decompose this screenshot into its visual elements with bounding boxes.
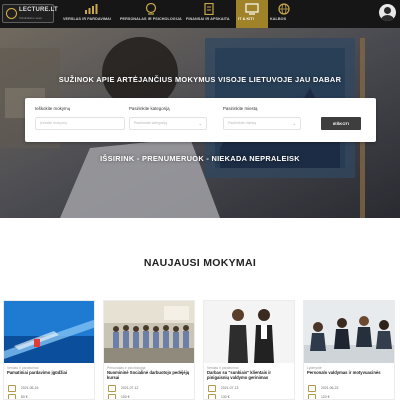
course-image	[204, 301, 294, 363]
course-date: 2021-07-12	[121, 386, 139, 390]
nav-label: KALBOS	[270, 17, 287, 21]
nav-item-verslas[interactable]: VERSLAS IR PARDAVIMAI	[60, 0, 122, 28]
course-date: 2021-06-23	[321, 386, 339, 390]
document-icon	[204, 3, 214, 15]
calendar-icon	[308, 385, 316, 392]
hero-tagline: IŠSIRINK - PRENUMERUOK - NIEKADA NEPRALE…	[100, 154, 300, 163]
keyword-placeholder: Įveskite mokymų	[40, 121, 67, 125]
course-price: 130 €	[221, 395, 230, 399]
nav-item-kalbos[interactable]: KALBOS	[268, 0, 300, 28]
price-tag-icon	[8, 394, 16, 399]
nav-label: PERSONALAS IR PSICHOLOGIJA	[120, 17, 182, 21]
course-price: 120 €	[321, 395, 330, 399]
globe-icon	[278, 3, 290, 15]
chevron-down-icon: ⌄	[292, 121, 296, 126]
price-tag-icon	[108, 394, 116, 399]
calendar-icon	[108, 385, 116, 392]
nav-label: FINANSAI IR APSKAITA	[186, 17, 230, 21]
course-image	[104, 301, 194, 363]
section-title: NAUJAUSI MOKYMAI	[143, 257, 257, 269]
logo-mark-icon	[6, 8, 17, 19]
monitor-icon	[245, 3, 259, 15]
course-card[interactable]: Lyderystė Personalo valdymas ir motyvuac…	[303, 300, 395, 400]
price-tag-icon	[308, 394, 316, 399]
course-date: 2021-06-16	[21, 386, 39, 390]
head-icon	[145, 3, 157, 15]
course-image	[4, 301, 94, 363]
nav-item-it[interactable]: IT & KITI	[236, 0, 268, 28]
nav-item-personalas[interactable]: PERSONALAS IR PSICHOLOGIJA	[120, 0, 182, 28]
category-select[interactable]: Pasirinkite kategoriją ⌄	[129, 117, 207, 130]
keyword-input[interactable]: Įveskite mokymų	[35, 117, 125, 130]
course-title: Nuomininė Socialinė darbuotojo pedėjėjų …	[107, 370, 190, 380]
city-placeholder: Pasirinkite miestą	[228, 121, 257, 125]
course-date: 2021-07-13	[221, 386, 239, 390]
course-price: 150 €	[121, 395, 130, 399]
course-card[interactable]: Verslas ir pardavimai Pamatiniai pardavi…	[3, 300, 95, 400]
keyword-label: Ieškokite mokymų	[35, 106, 71, 111]
search-form: Ieškokite mokymų Įveskite mokymų Pasirin…	[25, 98, 376, 142]
chevron-down-icon: ⌄	[198, 121, 202, 126]
course-title: Personalo valdymas ir motyvuacinės	[307, 370, 381, 375]
logo[interactable]: LECTURE.LT Tobulinkime save	[2, 4, 58, 23]
category-placeholder: Pasirinkite kategoriją	[134, 121, 168, 125]
course-card[interactable]: Personalas ir psichologija Nuomininė Soc…	[103, 300, 195, 400]
nav-label: IT & KITI	[238, 17, 254, 21]
category-label: Pasirinkite kategoriją	[129, 106, 170, 111]
course-price: 80 €	[21, 395, 28, 399]
hero-banner: SUŽINOK APIE ARTĖJANČIUS MOKYMUS VISOJE …	[0, 28, 400, 218]
top-navigation-bar: LECTURE.LT Tobulinkime save VERSLAS IR P…	[0, 0, 400, 28]
price-tag-icon	[208, 394, 216, 399]
user-avatar-icon[interactable]	[379, 4, 396, 21]
calendar-icon	[8, 385, 16, 392]
calendar-icon	[208, 385, 216, 392]
nav-item-finansai[interactable]: FINANSAI IR APSKAITA	[182, 0, 236, 28]
course-image	[304, 301, 394, 363]
course-title: Pamatiniai pardavimo įgūdžiai	[7, 370, 68, 375]
logo-tagline: Tobulinkime save	[19, 16, 43, 20]
chart-icon	[85, 4, 98, 14]
hero-heading: SUŽINOK APIE ARTĖJANČIUS MOKYMUS VISOJE …	[58, 75, 342, 84]
course-title: Darbas su "sunkiais" klientais ir piniga…	[207, 370, 272, 380]
city-select[interactable]: Pasirinkite miestą ⌄	[223, 117, 301, 130]
nav-label: VERSLAS IR PARDAVIMAI	[63, 17, 112, 21]
logo-name: LECTURE.LT	[19, 7, 58, 13]
course-card[interactable]: Verslas ir pardavimai Darbas su "sunkiai…	[203, 300, 295, 400]
search-button[interactable]: IEŠKOTI	[321, 117, 361, 130]
city-label: Pasirinkite miestą	[223, 106, 258, 111]
